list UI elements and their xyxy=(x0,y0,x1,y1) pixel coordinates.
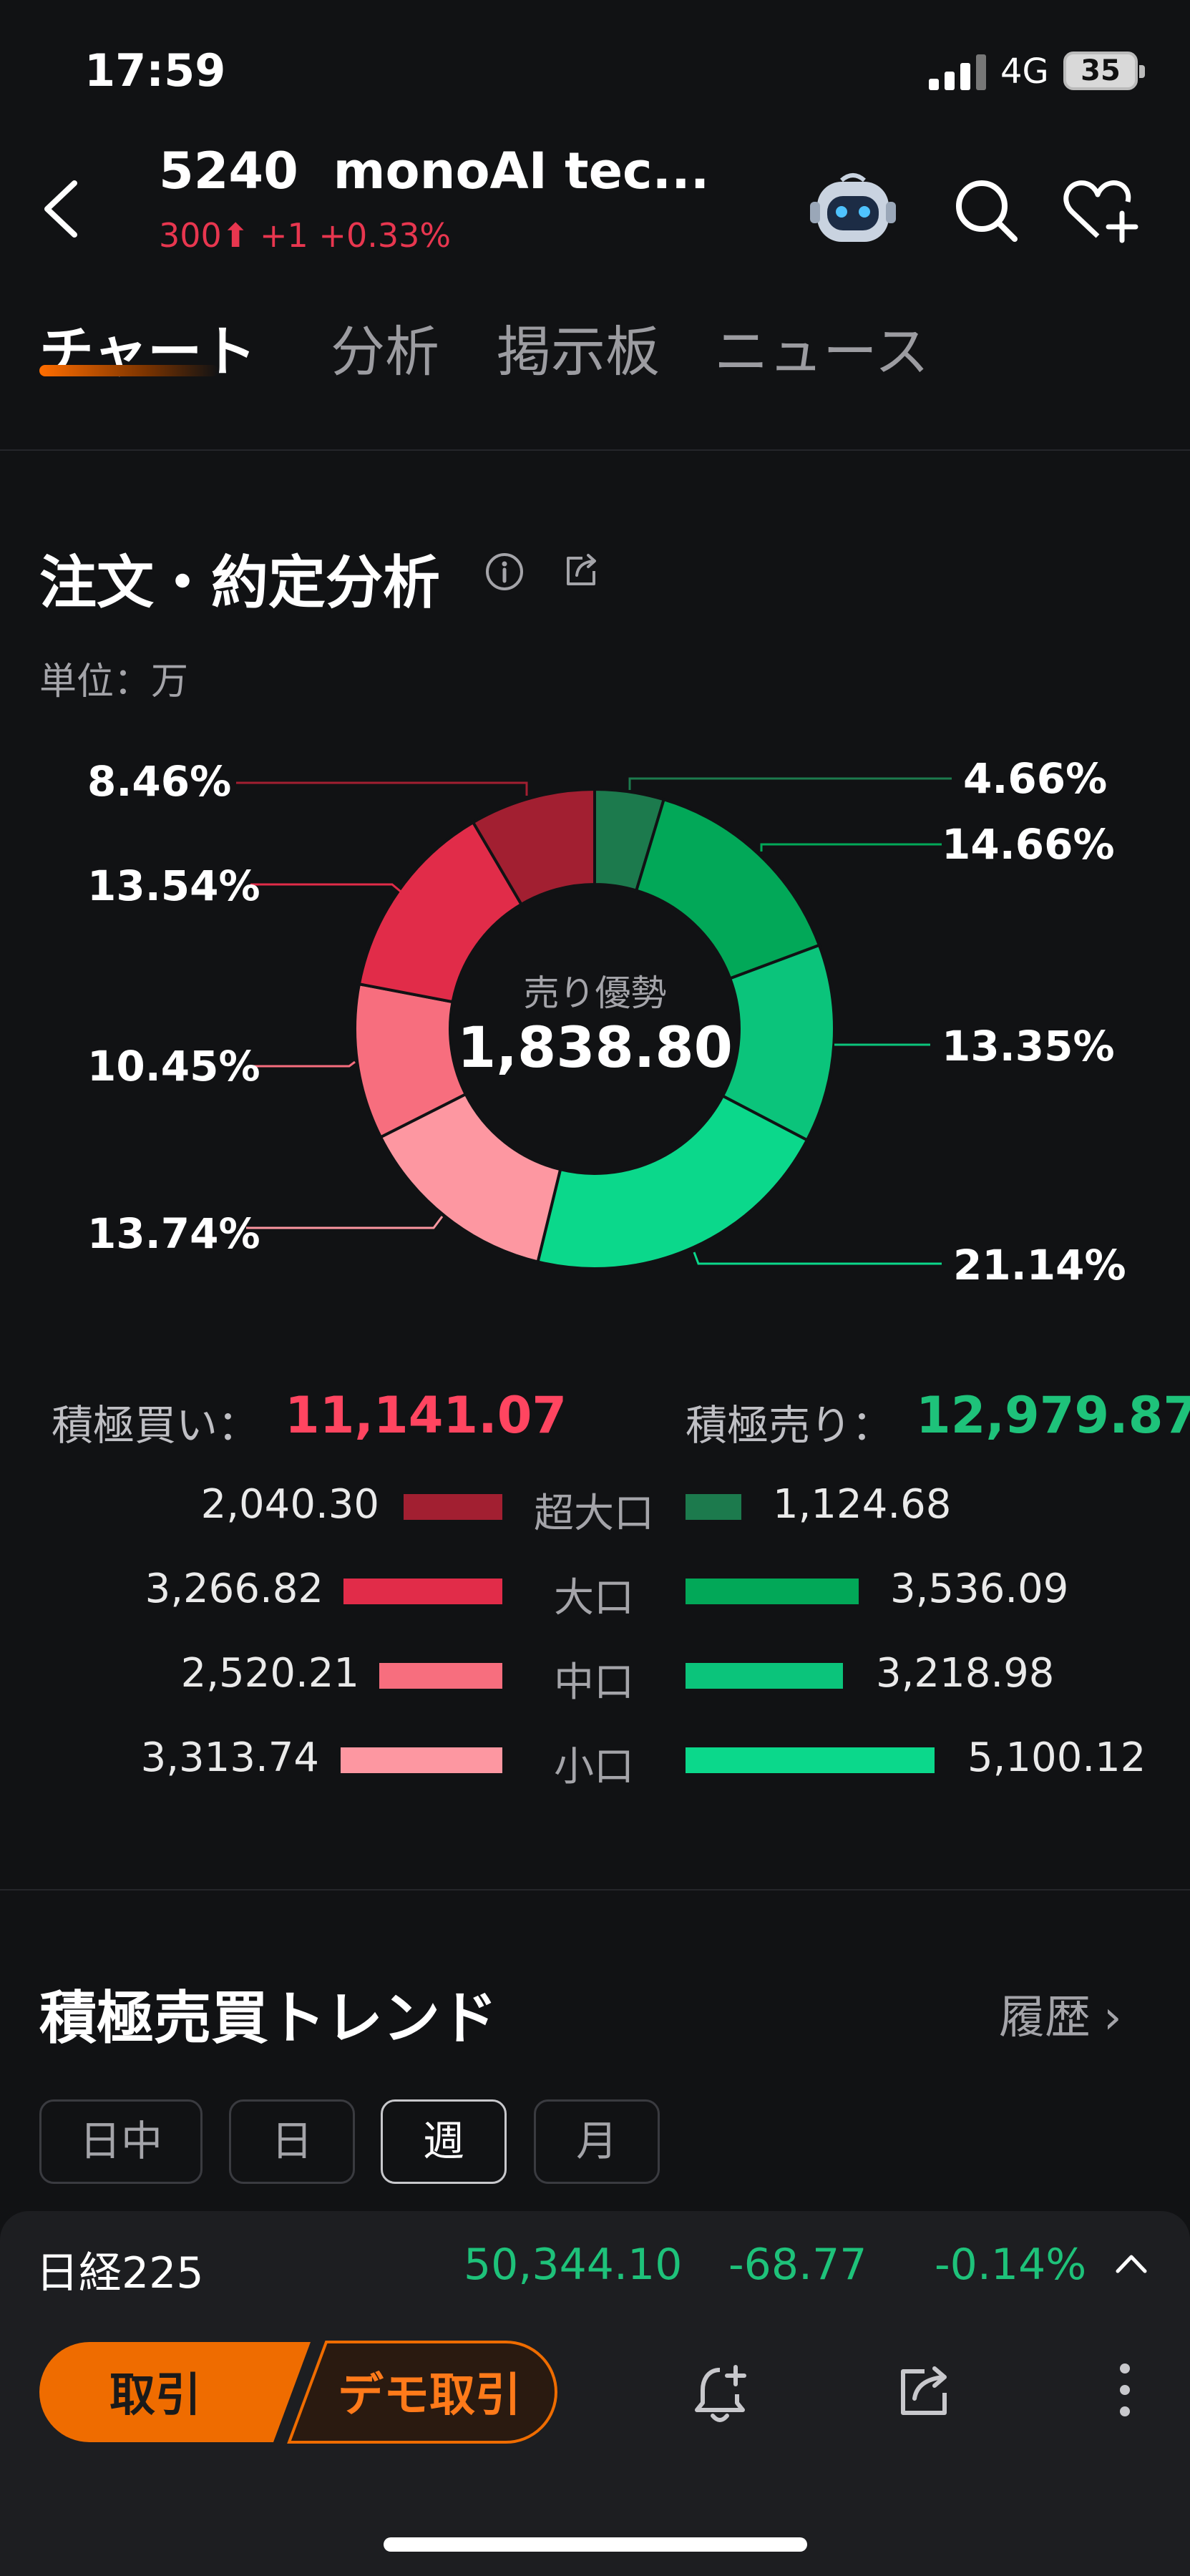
sell-value-medium: 3,218.98 xyxy=(876,1650,1055,1697)
signal-icon xyxy=(929,53,993,90)
leader-line-3 xyxy=(693,1252,942,1265)
leader-line-0 xyxy=(628,777,952,790)
sell-bar-large xyxy=(686,1579,859,1604)
donut-center-label: 売り優勢 xyxy=(523,972,667,1014)
pct-label-buy-small: 13.74% xyxy=(87,1209,260,1258)
sell-bar-medium xyxy=(686,1663,843,1689)
buy-value-large: 3,266.82 xyxy=(145,1566,323,1612)
active-buy-label: 積極買い： xyxy=(52,1401,260,1450)
history-label: 履歴 xyxy=(999,1991,1091,2044)
category-medium: 中口 xyxy=(554,1659,634,1706)
pct-label-buy-medium: 10.45% xyxy=(87,1042,260,1091)
trade-button[interactable]: 取引 xyxy=(37,2358,273,2424)
pct-label-sell-large: 14.66% xyxy=(942,820,1115,869)
buy-value-medium: 2,520.21 xyxy=(180,1650,359,1697)
index-change: -68.77 xyxy=(728,2240,867,2290)
stock-title: 5240 monoAI tec... xyxy=(159,142,709,200)
buy-bar-small xyxy=(341,1747,502,1773)
battery-icon: 35 xyxy=(1063,52,1145,90)
buy-value-small: 3,313.74 xyxy=(140,1735,319,1781)
demo-trade-button[interactable]: デモ取引 xyxy=(315,2358,544,2424)
chevron-right-icon: › xyxy=(1103,1991,1122,2044)
period-chip-day[interactable]: 日 xyxy=(229,2099,355,2184)
chevron-up-icon[interactable] xyxy=(1112,2244,1151,2283)
home-indicator xyxy=(384,2537,807,2552)
buy-bar-medium xyxy=(379,1663,502,1689)
up-arrow-icon: ⬆ xyxy=(221,216,250,255)
divider xyxy=(0,449,1190,451)
sell-bar-super-large xyxy=(686,1494,741,1520)
pct-label-buy-super-large: 8.46% xyxy=(87,757,232,806)
index-change-pct: -0.14% xyxy=(935,2240,1087,2290)
share-icon[interactable] xyxy=(561,551,601,591)
stock-name: monoAI tec... xyxy=(333,142,710,200)
category-large: 大口 xyxy=(554,1575,634,1621)
buy-bar-super-large xyxy=(404,1494,502,1520)
leader-line-4 xyxy=(246,1216,444,1229)
analysis-title: 注文・約定分析 xyxy=(39,550,440,616)
tab-board[interactable]: 掲示板 xyxy=(497,308,660,386)
search-icon[interactable] xyxy=(950,175,1022,246)
back-arrow-icon[interactable] xyxy=(37,173,87,245)
buy-bar-large xyxy=(343,1579,502,1604)
donut-slice-sell-1 xyxy=(634,797,821,981)
divider xyxy=(0,1889,1190,1890)
active-buy-total: 11,141.07 xyxy=(285,1386,567,1445)
index-price: 50,344.10 xyxy=(464,2240,683,2290)
period-chip-week[interactable]: 週 xyxy=(381,2099,507,2184)
info-icon[interactable] xyxy=(484,551,525,592)
pct-label-sell-super-large: 4.66% xyxy=(963,754,1108,803)
more-menu-icon[interactable] xyxy=(1109,2361,1141,2419)
pct-label-sell-medium: 13.35% xyxy=(942,1022,1115,1070)
buy-value-super-large: 2,040.30 xyxy=(200,1481,379,1528)
active-sell-total: 12,979.87 xyxy=(916,1386,1190,1445)
stock-quote: 300⬆ +1 +0.33% xyxy=(159,216,451,255)
history-link[interactable]: 履歴 › xyxy=(999,1981,1122,2046)
stock-price: 300 xyxy=(159,216,222,255)
tab-news[interactable]: ニュース xyxy=(714,308,929,386)
alert-bell-icon[interactable] xyxy=(691,2361,751,2426)
leader-line-7 xyxy=(236,781,528,796)
active-tab-indicator xyxy=(39,365,218,376)
donut-slice-sell-3 xyxy=(536,1093,809,1270)
period-chip-month[interactable]: 月 xyxy=(534,2099,660,2184)
period-chip-intraday[interactable]: 日中 xyxy=(39,2099,203,2184)
index-name: 日経225 xyxy=(36,2248,204,2298)
category-super-large: 超大口 xyxy=(534,1491,654,1537)
stock-code: 5240 xyxy=(159,142,298,200)
active-sell-label: 積極売り： xyxy=(686,1401,894,1450)
category-small: 小口 xyxy=(554,1744,634,1790)
pct-label-sell-small: 21.14% xyxy=(953,1241,1126,1289)
sell-value-super-large: 1,124.68 xyxy=(773,1481,952,1528)
robot-assistant-icon[interactable] xyxy=(810,172,896,250)
stock-change: +1 xyxy=(259,216,308,255)
leader-line-1 xyxy=(760,843,942,852)
status-time: 17:59 xyxy=(84,44,226,97)
share-icon[interactable] xyxy=(893,2361,953,2421)
trend-title: 積極売買トレンド xyxy=(39,1985,497,2051)
stock-change-pct: +0.33% xyxy=(318,216,452,255)
tab-analysis[interactable]: 分析 xyxy=(331,308,439,386)
network-label: 4G xyxy=(1000,52,1049,92)
pct-label-buy-large: 13.54% xyxy=(87,862,260,910)
sell-bar-small xyxy=(686,1747,935,1773)
unit-label: 単位：万 xyxy=(39,660,189,703)
add-watchlist-heart-icon[interactable] xyxy=(1062,175,1143,246)
sell-value-large: 3,536.09 xyxy=(890,1566,1069,1612)
sell-value-small: 5,100.12 xyxy=(967,1735,1146,1781)
leader-line-6 xyxy=(250,883,401,893)
